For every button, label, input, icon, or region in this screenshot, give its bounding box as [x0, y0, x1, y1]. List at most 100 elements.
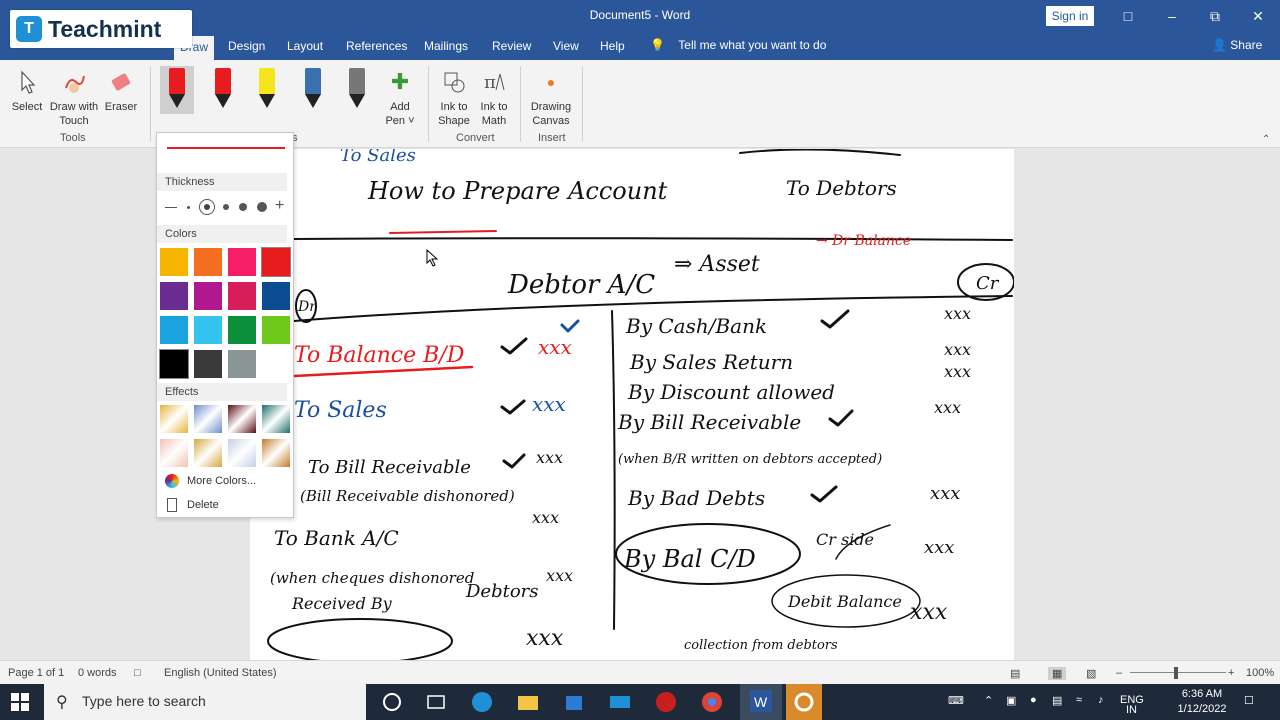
color-swatch[interactable] — [160, 248, 188, 276]
more-colors-item[interactable]: More Colors... — [161, 471, 256, 491]
zoom-in-icon[interactable]: + — [1228, 667, 1234, 679]
pen-gray[interactable] — [340, 66, 374, 114]
clock[interactable]: 6:36 AM 1/12/2022 — [1170, 687, 1234, 717]
tell-me-search[interactable]: 💡 Tell me what you want to do — [650, 38, 826, 52]
color-swatch[interactable] — [262, 282, 290, 310]
eraser-label: Eraser — [104, 101, 138, 113]
effect-swatch[interactable] — [262, 405, 290, 433]
pen-red-selected[interactable] — [160, 66, 194, 114]
tab-review[interactable]: Review — [492, 39, 531, 53]
tab-help[interactable]: Help — [600, 39, 625, 53]
app-red-icon[interactable] — [654, 690, 678, 714]
document-page[interactable]: To Sales How to Prepare Account To Debto… — [250, 145, 1015, 664]
highlighter-yellow[interactable] — [250, 66, 284, 114]
tab-view[interactable]: View — [553, 39, 579, 53]
print-layout-icon[interactable]: ▦ — [1048, 667, 1067, 680]
proofing-icon[interactable]: □ — [134, 667, 141, 679]
ink-to-shape-button[interactable]: Ink to Shape — [436, 68, 472, 128]
close-icon[interactable]: ✕ — [1246, 4, 1270, 28]
collapse-ribbon-icon[interactable]: ⌃ — [1262, 134, 1270, 145]
color-swatch[interactable] — [194, 248, 222, 276]
zoom-out-icon[interactable]: – — [1116, 667, 1122, 679]
word-taskbar-icon[interactable]: W — [740, 684, 782, 720]
thickness-increase-icon[interactable]: + — [275, 197, 284, 215]
thickness-option[interactable] — [187, 206, 190, 209]
network-icon[interactable]: ▤ — [1052, 694, 1062, 707]
share-button[interactable]: 👤 Share — [1212, 38, 1262, 52]
effect-swatch[interactable] — [262, 439, 290, 467]
effect-swatch[interactable] — [228, 439, 256, 467]
thickness-option[interactable] — [165, 207, 177, 208]
color-swatch[interactable] — [159, 349, 189, 379]
mail-icon[interactable] — [608, 690, 632, 714]
tray-app-icon[interactable]: ▣ — [1006, 694, 1016, 707]
drawing-canvas-button[interactable]: ● Drawing Canvas — [526, 68, 576, 128]
cortana-icon[interactable] — [380, 690, 404, 714]
thickness-option-selected[interactable] — [199, 199, 215, 215]
color-swatch[interactable] — [262, 316, 290, 344]
word-count[interactable]: 0 words — [78, 667, 117, 679]
thickness-option[interactable] — [239, 203, 247, 211]
ink-to-math-button[interactable]: π Ink to Math — [476, 68, 512, 128]
color-swatch[interactable] — [228, 316, 256, 344]
effect-swatch[interactable] — [160, 439, 188, 467]
page-count[interactable]: Page 1 of 1 — [8, 667, 64, 679]
keyboard-icon[interactable]: ⌨ — [948, 694, 964, 707]
effect-swatch[interactable] — [194, 439, 222, 467]
tab-layout[interactable]: Layout — [287, 39, 323, 53]
eraser-button[interactable]: Eraser — [104, 68, 138, 114]
color-swatch[interactable] — [261, 247, 291, 277]
restore-icon[interactable]: ⧉ — [1203, 4, 1227, 28]
read-mode-icon[interactable]: ▤ — [1010, 667, 1020, 680]
taskbar-search[interactable]: ⚲ Type here to search — [44, 684, 366, 720]
thickness-option[interactable] — [257, 202, 267, 212]
store-icon[interactable] — [562, 690, 586, 714]
pen-red[interactable] — [206, 66, 240, 114]
zoom-slider[interactable] — [1130, 672, 1226, 673]
pen-blue[interactable] — [296, 66, 330, 114]
edge-icon[interactable] — [470, 690, 494, 714]
microphone-icon[interactable]: ● — [1030, 694, 1037, 706]
tab-references[interactable]: References — [346, 39, 407, 53]
notifications-icon[interactable]: ☐ — [1244, 694, 1254, 707]
bottom-left-circle — [267, 618, 453, 664]
delete-item[interactable]: Delete — [161, 495, 219, 515]
draw-with-touch-button[interactable]: Draw with Touch — [46, 68, 102, 128]
color-swatch[interactable] — [160, 316, 188, 344]
add-pen-button[interactable]: ✚ Add Pen ˅ — [382, 68, 418, 128]
hw-right-row-2: By Sales Return — [629, 350, 793, 374]
task-view-icon[interactable] — [424, 690, 448, 714]
chevron-up-icon[interactable]: ⌃ — [984, 694, 993, 707]
color-swatch[interactable] — [194, 350, 222, 378]
language-indicator[interactable]: English (United States) — [164, 667, 277, 679]
sign-in-button[interactable]: Sign in — [1046, 6, 1094, 26]
zoom-level[interactable]: 100% — [1246, 667, 1274, 679]
ribbon-display-icon[interactable]: □ — [1116, 4, 1140, 28]
settings-gear-icon[interactable] — [786, 684, 822, 720]
color-swatch[interactable] — [194, 316, 222, 344]
hw-right-row-8: Cr side — [816, 530, 874, 549]
effect-swatch[interactable] — [228, 405, 256, 433]
chrome-icon[interactable] — [700, 690, 724, 714]
volume-icon[interactable]: ♪ — [1098, 694, 1104, 706]
color-swatch[interactable] — [228, 248, 256, 276]
color-swatch[interactable] — [194, 282, 222, 310]
effect-swatch[interactable] — [194, 405, 222, 433]
canvas-icon: ● — [546, 74, 556, 90]
minimize-icon[interactable]: – — [1160, 4, 1184, 28]
color-swatch[interactable] — [228, 282, 256, 310]
thickness-option[interactable] — [223, 204, 229, 210]
color-swatch[interactable] — [160, 282, 188, 310]
zoom-slider-thumb[interactable] — [1174, 667, 1178, 679]
hw-dr-balance: → Dr Balance — [816, 233, 911, 249]
wifi-icon[interactable]: ≈ — [1076, 694, 1082, 706]
tab-design[interactable]: Design — [228, 39, 265, 53]
color-swatch[interactable] — [228, 350, 256, 378]
effects-heading: Effects — [157, 383, 287, 401]
windows-start-icon[interactable] — [10, 692, 32, 714]
file-explorer-icon[interactable] — [516, 690, 540, 714]
select-button[interactable]: Select — [10, 68, 44, 114]
tab-mailings[interactable]: Mailings — [424, 39, 468, 53]
effect-swatch[interactable] — [160, 405, 188, 433]
web-layout-icon[interactable]: ▧ — [1086, 667, 1096, 680]
